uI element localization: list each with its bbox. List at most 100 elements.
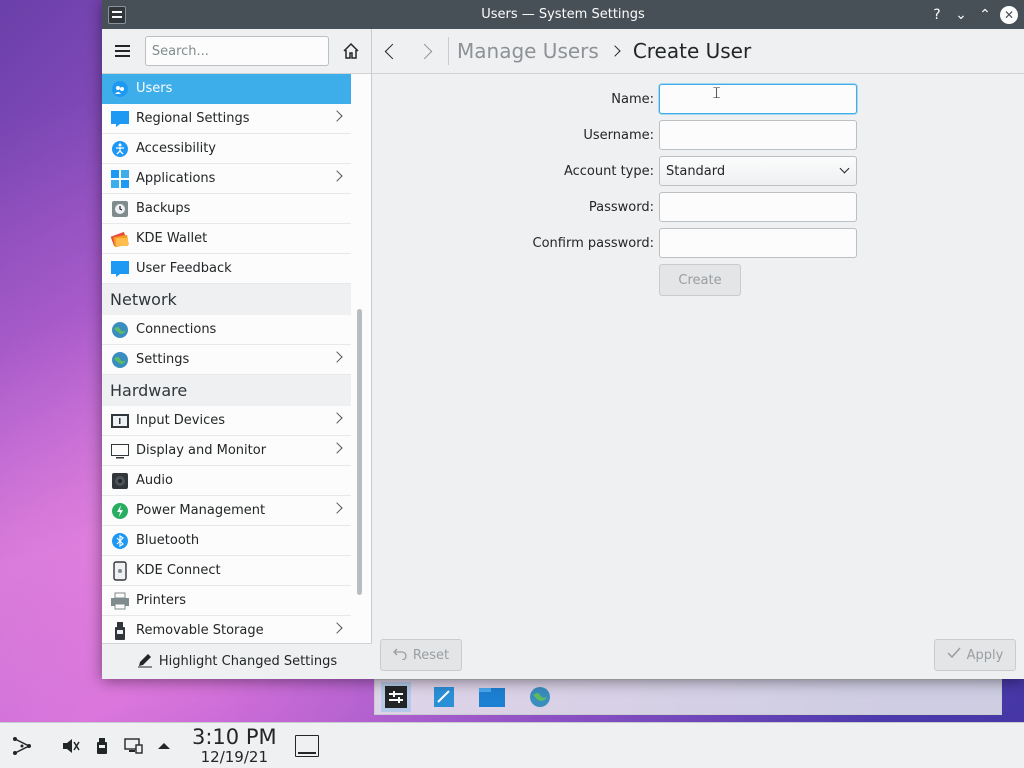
sidebar-item-kde-wallet[interactable]: KDE Wallet: [102, 224, 351, 254]
sidebar-item-kde-connect[interactable]: KDE Connect: [102, 556, 351, 586]
sidebar-item-power-management[interactable]: Power Management: [102, 496, 351, 526]
bluetooth-icon: [110, 531, 130, 551]
sidebar-item-printers[interactable]: Printers: [102, 586, 351, 616]
maximize-button[interactable]: ⌃: [976, 6, 994, 24]
apply-button[interactable]: Apply: [934, 639, 1016, 671]
sidebar-item-label: Bluetooth: [136, 533, 200, 548]
application-launcher-icon[interactable]: [8, 732, 36, 760]
create-button[interactable]: Create: [659, 264, 741, 296]
sidebar-item-bluetooth[interactable]: Bluetooth: [102, 526, 351, 556]
sidebar-item-backups[interactable]: Backups: [102, 194, 351, 224]
username-row: Username:: [372, 120, 1024, 150]
sidebar-item-input-devices[interactable]: Input Devices: [102, 406, 351, 436]
help-button[interactable]: ?: [928, 6, 946, 24]
chevron-right-icon: [416, 43, 432, 59]
account-type-row: Account type: Standard: [372, 156, 1024, 186]
sidebar-scrollbar[interactable]: [357, 309, 362, 595]
highlight-changed-settings-button[interactable]: Highlight Changed Settings: [102, 643, 372, 679]
home-icon[interactable]: [339, 38, 363, 64]
chevron-right-icon: [331, 351, 343, 363]
sidebar-item-label: Backups: [136, 201, 191, 216]
kde-wallet-icon: [110, 229, 130, 249]
globe-icon: [110, 350, 130, 370]
window-titlebar[interactable]: Users — System Settings ? ⌄ ⌃ ✕: [102, 0, 1024, 29]
password-field[interactable]: [659, 192, 857, 222]
system-tray-expand-icon[interactable]: [150, 732, 178, 760]
window-controls: ? ⌄ ⌃ ✕: [928, 5, 1024, 24]
account-type-label: Account type:: [563, 163, 654, 179]
text-cursor-icon: 𝙸: [711, 83, 723, 102]
system-settings-task-icon[interactable]: [381, 682, 411, 712]
checkmark-icon: [947, 647, 961, 663]
sidebar-item-removable-storage[interactable]: Removable Storage: [102, 616, 351, 642]
sidebar-item-audio[interactable]: Audio: [102, 466, 351, 496]
sidebar-item-accessibility[interactable]: Accessibility: [102, 134, 351, 164]
search-input[interactable]: [144, 36, 329, 66]
printer-icon: [110, 591, 130, 611]
hamburger-menu-icon[interactable]: [110, 38, 135, 64]
back-button[interactable]: [372, 33, 408, 69]
sidebar-item-label: Printers: [136, 593, 187, 608]
confirm-password-label: Confirm password:: [532, 235, 654, 251]
bottom-panel: 3:10 PM 12/19/21: [0, 722, 1024, 768]
removable-device-icon[interactable]: [88, 732, 116, 760]
sidebar-item-applications[interactable]: Applications: [102, 164, 351, 194]
undo-icon: [392, 646, 407, 664]
discover-task-icon[interactable]: [429, 682, 459, 712]
settings-sidebar: Users Regional Settings Accessibility Ap…: [102, 29, 372, 679]
backups-icon: [110, 199, 130, 219]
apply-label: Apply: [966, 647, 1004, 663]
monitor-icon: [110, 441, 130, 461]
account-type-value: Standard: [666, 163, 726, 179]
close-button[interactable]: ✕: [1000, 5, 1018, 24]
sidebar-item-label: Power Management: [136, 503, 266, 518]
password-label: Password:: [588, 199, 654, 215]
confirm-password-field[interactable]: [659, 228, 857, 258]
network-wired-icon[interactable]: [120, 732, 148, 760]
breadcrumb-manage-users[interactable]: Manage Users: [457, 39, 599, 63]
page-title: Create User: [632, 39, 752, 63]
sidebar-item-label: Users: [136, 81, 173, 96]
name-field[interactable]: [659, 84, 857, 114]
sidebar-item-label: User Feedback: [136, 261, 232, 276]
sidebar-item-regional-settings[interactable]: Regional Settings: [102, 104, 351, 134]
sidebar-item-display-and-monitor[interactable]: Display and Monitor: [102, 436, 351, 466]
volume-muted-icon[interactable]: [56, 732, 84, 760]
regional-settings-icon: [110, 109, 130, 129]
window-title: Users — System Settings: [481, 7, 645, 22]
sidebar-item-users[interactable]: Users: [102, 74, 351, 104]
sidebar-item-label: Input Devices: [136, 413, 226, 428]
sidebar-item-label: Connections: [136, 322, 217, 337]
browser-task-icon[interactable]: [525, 682, 555, 712]
applications-icon: [110, 169, 130, 189]
name-label: Name:: [611, 91, 654, 107]
clock-date: 12/19/21: [200, 747, 268, 766]
sidebar-item-connections[interactable]: Connections: [102, 315, 351, 345]
forward-button[interactable]: [408, 33, 444, 69]
sidebar-list: Users Regional Settings Accessibility Ap…: [102, 74, 351, 642]
reset-button[interactable]: Reset: [380, 639, 462, 671]
power-icon: [110, 501, 130, 521]
task-manager-strip: [374, 679, 1002, 715]
sidebar-item-network-settings[interactable]: Settings: [102, 345, 351, 375]
chevron-right-icon: [331, 110, 343, 122]
usb-icon: [110, 621, 130, 641]
system-settings-app-icon[interactable]: [108, 5, 126, 24]
clock-time: 3:10 PM: [192, 724, 277, 749]
chevron-left-icon: [384, 43, 400, 59]
dolphin-task-icon[interactable]: [477, 682, 507, 712]
username-field[interactable]: [659, 120, 857, 150]
keyboard-icon: [110, 411, 130, 431]
category-network: Network: [102, 284, 351, 315]
show-desktop-icon[interactable]: [294, 734, 319, 757]
system-settings-window: Users — System Settings ? ⌄ ⌃ ✕ Users Re…: [102, 0, 1024, 679]
sidebar-item-label: Display and Monitor: [136, 443, 267, 458]
sidebar-item-user-feedback[interactable]: User Feedback: [102, 254, 351, 284]
main-content: Manage Users Create User Name: Username:…: [372, 29, 1024, 679]
sidebar-item-label: Accessibility: [136, 141, 216, 156]
account-type-select[interactable]: Standard: [659, 156, 857, 186]
pen-icon: [137, 652, 153, 672]
sidebar-item-label: Applications: [136, 171, 216, 186]
digital-clock[interactable]: 3:10 PM 12/19/21: [192, 724, 277, 766]
minimize-button[interactable]: ⌄: [952, 6, 970, 24]
